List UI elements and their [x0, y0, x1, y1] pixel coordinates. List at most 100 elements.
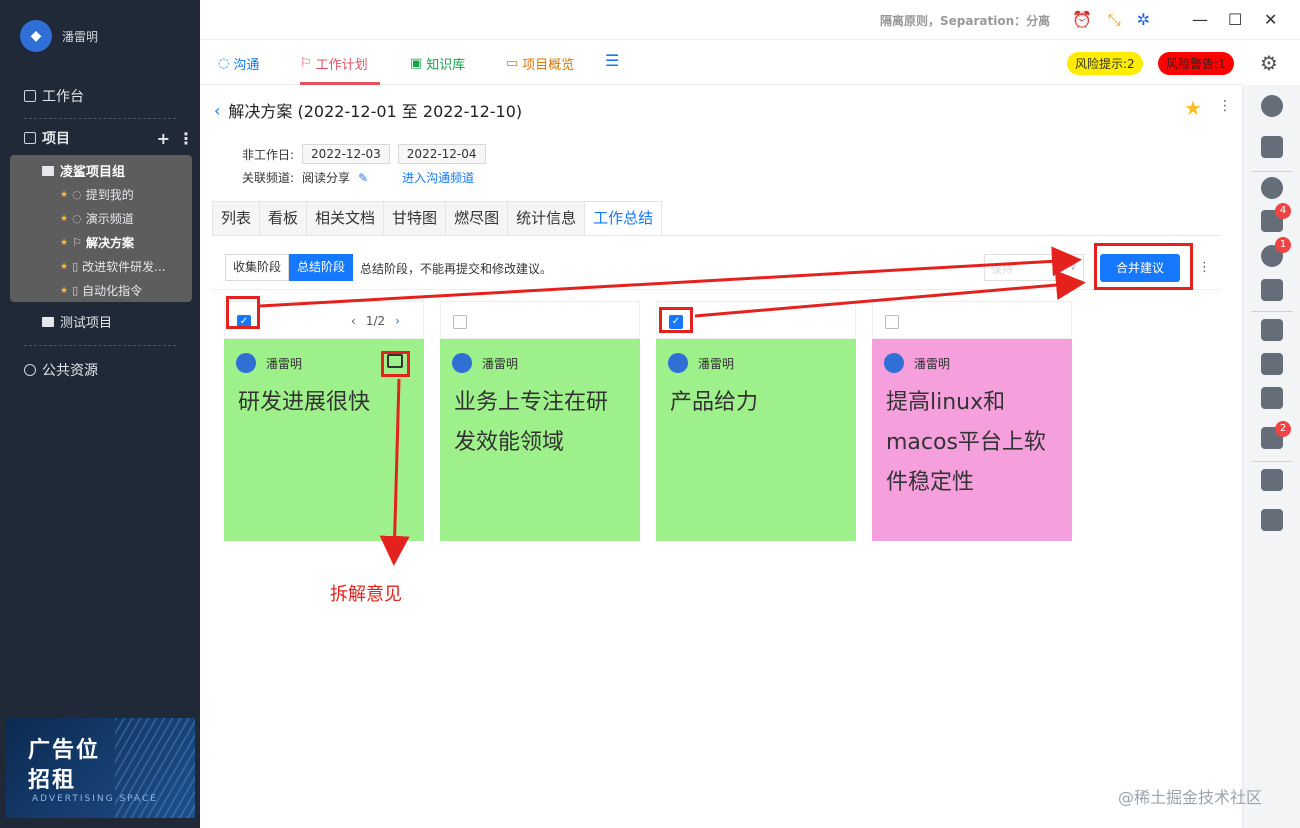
- sidebar-item-solution[interactable]: ★ ⚐ 解决方案: [60, 234, 134, 251]
- card-body: 潘雷明 业务上专注在研发效能领域: [440, 339, 640, 541]
- card-pager: ‹ 1/2 ›: [351, 314, 400, 328]
- suggestion-card: 潘雷明 提高linux和macos平台上软件稳定性: [872, 301, 1072, 541]
- test-project-label: 测试项目: [60, 316, 113, 331]
- monitor-icon: ▭: [506, 56, 519, 71]
- author-name: 潘雷明: [698, 356, 735, 371]
- doc-icon: ▯: [72, 260, 79, 273]
- bug-icon[interactable]: ✲: [1137, 10, 1150, 30]
- tab-docs[interactable]: 相关文档: [306, 201, 384, 236]
- avatar: [452, 353, 472, 373]
- download-icon[interactable]: [1261, 469, 1283, 491]
- risk-hint-badge[interactable]: 风险提示:2: [1067, 52, 1143, 75]
- merge-select[interactable]: 保持 ∨: [984, 254, 1084, 281]
- tab-label: 知识库: [426, 58, 466, 73]
- menu-icon[interactable]: ☰: [605, 51, 619, 70]
- star-icon: ★: [60, 189, 69, 200]
- terminal-icon[interactable]: [1261, 353, 1283, 375]
- sidebar-item-automation[interactable]: ★ ▯ 自动化指令: [60, 282, 142, 299]
- next-icon[interactable]: ›: [395, 314, 400, 328]
- ad-banner[interactable]: 广告位 招租 ADVERTISING SPACE: [6, 718, 195, 818]
- close-icon[interactable]: ✕: [1264, 10, 1277, 29]
- card-author: 潘雷明: [668, 353, 734, 373]
- tab-knowledge[interactable]: ▣ 知识库: [410, 54, 465, 73]
- sidebar-item-public[interactable]: 公共资源: [24, 360, 98, 380]
- divider: [1251, 461, 1293, 462]
- phase-note: 总结阶段，不能再提交和修改建议。: [360, 262, 553, 276]
- tab-overview[interactable]: ▭ 项目概览: [506, 54, 574, 73]
- enter-channel-link[interactable]: 进入沟通频道: [402, 169, 474, 186]
- annotation-box: [381, 351, 410, 377]
- project-group[interactable]: 凌鲨项目组: [42, 161, 125, 180]
- divider: [24, 345, 176, 346]
- chat-icon: ◌: [72, 188, 82, 201]
- avatar: [884, 353, 904, 373]
- tab-work-plan[interactable]: ⚐ 工作计划: [300, 54, 368, 73]
- tab-chat[interactable]: ◌ 沟通: [218, 54, 259, 73]
- doc-icon: ▯: [72, 284, 79, 297]
- prev-icon[interactable]: ‹: [351, 314, 356, 328]
- card-checkbox[interactable]: [885, 315, 899, 329]
- phase-collect[interactable]: 收集阶段: [225, 254, 290, 281]
- server-icon[interactable]: [1261, 319, 1283, 341]
- user-star-icon[interactable]: [1261, 136, 1283, 158]
- tab-list[interactable]: 列表: [212, 201, 260, 236]
- more-icon[interactable]: ⋮: [1218, 98, 1232, 114]
- back-icon[interactable]: ‹: [214, 101, 220, 120]
- annotation-box: [226, 296, 260, 329]
- card-author: 潘雷明: [452, 353, 518, 373]
- card-body: 潘雷明 提高linux和macos平台上软件稳定性: [872, 339, 1072, 541]
- tabs-underline: [212, 235, 1220, 236]
- channel-label: 关联频道:: [242, 171, 295, 185]
- more-icon[interactable]: ⋮: [1198, 260, 1211, 275]
- minimize-icon[interactable]: —: [1192, 10, 1208, 29]
- apps-icon[interactable]: [1261, 509, 1283, 531]
- star-icon[interactable]: ★: [1184, 96, 1202, 120]
- chevron-down-icon: ∨: [1068, 260, 1077, 273]
- flag-icon: ⚐: [300, 56, 312, 71]
- author-name: 潘雷明: [266, 356, 303, 371]
- select-placeholder: 保持: [991, 263, 1013, 276]
- folder-settings-icon[interactable]: [1261, 387, 1283, 409]
- card-checkbox[interactable]: [453, 315, 467, 329]
- tab-kanban[interactable]: 看板: [259, 201, 307, 236]
- card-text: 提高linux和macos平台上软件稳定性: [886, 390, 1046, 495]
- annotation-label: 拆解意见: [330, 584, 402, 605]
- divider: [1251, 171, 1293, 172]
- author-name: 潘雷明: [482, 356, 519, 371]
- risk-warning-badge[interactable]: 风险警告:1: [1158, 52, 1234, 75]
- right-toolbar: 4 1 2: [1242, 85, 1300, 828]
- alarm-icon[interactable]: ⏰: [1072, 10, 1092, 30]
- pager-text: 1/2: [365, 314, 386, 328]
- globe-icon: [24, 364, 36, 376]
- sidebar-item-improve[interactable]: ★ ▯ 改进软件研发...: [60, 258, 166, 275]
- tab-summary[interactable]: 工作总结: [584, 201, 663, 236]
- sidebar-item-workbench[interactable]: 工作台: [24, 86, 84, 106]
- maximize-icon[interactable]: ☐: [1228, 10, 1242, 29]
- tab-gantt[interactable]: 甘特图: [383, 201, 446, 236]
- group-label: 凌鲨项目组: [60, 165, 126, 180]
- sidebar-item-test-project[interactable]: 测试项目: [42, 312, 112, 331]
- watermark: @稀土掘金技术社区: [1118, 788, 1263, 807]
- sidebar-item-mentions[interactable]: ★ ◌ 提到我的: [60, 186, 134, 203]
- location-icon[interactable]: [1261, 177, 1283, 199]
- flash-icon[interactable]: [1261, 279, 1283, 301]
- project-icon: [24, 132, 36, 144]
- non-workday-row: 非工作日: 2022-12-03 2022-12-04: [242, 144, 486, 164]
- ad-line2: 招租: [28, 768, 77, 793]
- gear-icon[interactable]: ⚙: [1260, 51, 1278, 75]
- tab-stats[interactable]: 统计信息: [507, 201, 585, 236]
- tab-burndown[interactable]: 燃尽图: [445, 201, 508, 236]
- shrink-icon[interactable]: ⤡: [1108, 10, 1121, 30]
- avatar: [668, 353, 688, 373]
- folder-icon: [42, 316, 54, 327]
- card-header: [440, 301, 640, 339]
- sidebar-item-demo-channel[interactable]: ★ ◌ 演示频道: [60, 210, 134, 227]
- edit-icon[interactable]: ✎: [358, 171, 368, 185]
- user-profile[interactable]: ◆ 潘雷明: [20, 20, 98, 52]
- card-header: [872, 301, 1072, 339]
- more-icon[interactable]: ⋮: [178, 129, 194, 148]
- add-project-icon[interactable]: +: [157, 129, 170, 148]
- phase-summary[interactable]: 总结阶段: [289, 254, 354, 281]
- bulb-icon[interactable]: [1261, 95, 1283, 117]
- card-author: 潘雷明: [884, 353, 950, 373]
